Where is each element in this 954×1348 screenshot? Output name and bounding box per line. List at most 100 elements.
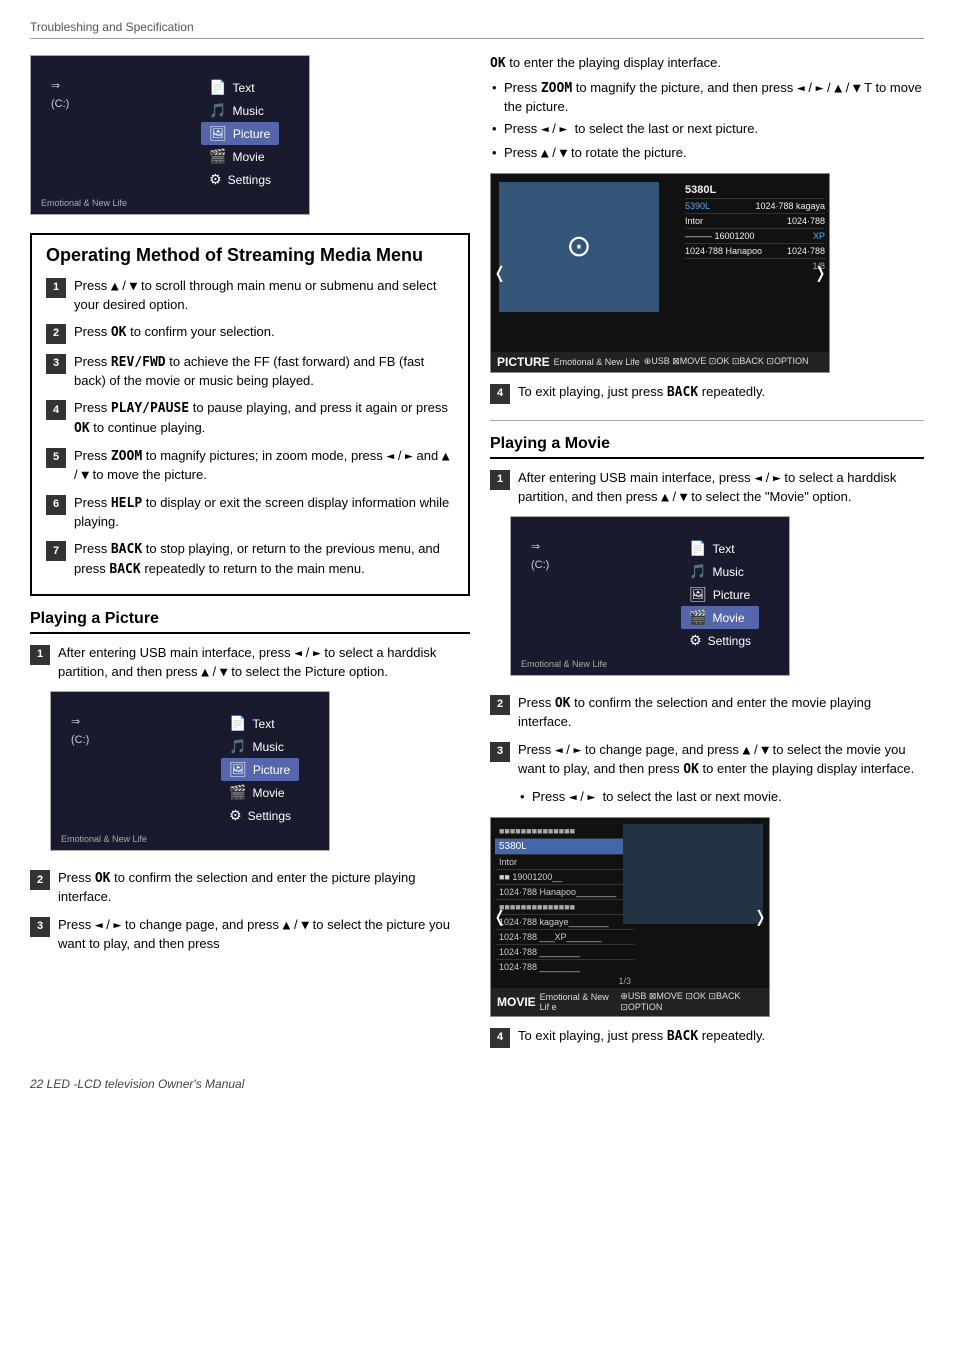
movie-step-1: 1 After entering USB main interface, pre… bbox=[490, 469, 924, 507]
music-icon: 🎵 bbox=[209, 102, 226, 119]
movie-step-3-text: Press ◄ / ► to change page, and press ▲ … bbox=[518, 741, 924, 779]
picture-step-badge-1: 1 bbox=[30, 645, 50, 665]
step-badge-1: 1 bbox=[46, 278, 66, 298]
playing-picture-title: Playing a Picture bbox=[30, 610, 470, 634]
picture-step-1: 1 After entering USB main interface, pre… bbox=[30, 644, 470, 682]
movie-step-3: 3 Press ◄ / ► to change page, and press … bbox=[490, 741, 924, 779]
picture-step-3-text: Press ◄ / ► to change page, and press ▲ … bbox=[58, 916, 470, 953]
picture-menu-text: 📄 Text bbox=[221, 712, 299, 735]
streaming-step-2-text: Press OK to confirm your selection. bbox=[74, 323, 275, 342]
picture-playing-screenshot: ⊙ ❬ ❭ 5380L 5390L 1024·788 kagaya Intor … bbox=[490, 173, 830, 373]
step-badge-4: 4 bbox=[46, 400, 66, 420]
picture-menu-settings: ⚙ Settings bbox=[221, 804, 299, 827]
picture-drives: ⇒ (C:) bbox=[71, 712, 89, 749]
nav-left-arrow: ❬ bbox=[493, 263, 506, 283]
drive-item-c: (C:) bbox=[51, 95, 69, 113]
streaming-steps-list: 1 Press ▲ / ▼ to scroll through main men… bbox=[46, 277, 454, 579]
step-badge-5: 5 bbox=[46, 448, 66, 468]
movie-menu-items: 📄 Text 🎵 Music 🖼 Picture 🎬 bbox=[681, 537, 759, 652]
picture-menu-picture-selected: 🖼 Picture bbox=[221, 758, 299, 781]
bullet-select-pic: Press ◄ / ► to select the last or next p… bbox=[490, 120, 924, 139]
movie-file-row-5: ■■■■■■■■■■■■■■ bbox=[495, 900, 635, 915]
movie-file-row-6: 1024·788 kagaye________ bbox=[495, 915, 635, 930]
streaming-step-3-text: Press REV/FWD to achieve the FF (fast fo… bbox=[74, 353, 454, 390]
bullet-rotate: Press ▲ / ▼ to rotate the picture. bbox=[490, 144, 924, 163]
movie-file-row-7: 1024·788 ___XP_______ bbox=[495, 930, 635, 945]
movie-nav-right: ❭ bbox=[754, 907, 767, 927]
movie-step-badge-3: 3 bbox=[490, 742, 510, 762]
movie-step4: 4 To exit playing, just press BACK repea… bbox=[490, 1027, 924, 1048]
left-column: ⇒ (C:) 📄 Text 🎵 Music 🖼 Picture bbox=[30, 55, 470, 1057]
picture-step-badge-3: 3 bbox=[30, 917, 50, 937]
movie-label: MOVIE bbox=[497, 995, 536, 1009]
streaming-step-5: 5 Press ZOOM to magnify pictures; in zoo… bbox=[46, 447, 454, 485]
movie-menu-music: 🎵 Music bbox=[681, 560, 759, 583]
page-count: 1/8 bbox=[685, 259, 825, 271]
page: Troubleshing and Specification ⇒ (C:) 📄 … bbox=[0, 0, 954, 1111]
streaming-step-6-text: Press HELP to display or exit the screen… bbox=[74, 494, 454, 531]
usb-bottom-bar: Emotional & New Life bbox=[41, 198, 127, 208]
step-badge-7: 7 bbox=[46, 541, 66, 561]
drives-list: ⇒ (C:) bbox=[51, 76, 69, 113]
movie-file-row-8: 1024·788 ________ bbox=[495, 945, 635, 960]
picture-bullets: Press ZOOM to magnify the picture, and t… bbox=[490, 79, 924, 163]
photo-icon: ⊙ bbox=[566, 229, 591, 264]
movie-thumb bbox=[623, 824, 763, 924]
movie-steps: 1 After entering USB main interface, pre… bbox=[490, 469, 924, 507]
movie-file-list: ■■■■■■■■■■■■■■ 5380L Intor ■■ 19001200__… bbox=[495, 824, 635, 988]
section-divider bbox=[490, 420, 924, 421]
menu-picture-selected: 🖼 Picture bbox=[201, 122, 279, 145]
streaming-section-title: Operating Method of Streaming Media Menu bbox=[46, 245, 454, 267]
picture-icon: 🖼 bbox=[209, 125, 227, 142]
settings-icon2: ⚙ bbox=[229, 807, 242, 824]
movie-bottom-status: MOVIE Emotional & New Lif e ⊕USB ⊠MOVE ⊡… bbox=[491, 988, 769, 1016]
info-row-title: 5390L 1024·788 kagaya bbox=[685, 199, 825, 214]
streaming-step-7: 7 Press BACK to stop playing, or return … bbox=[46, 540, 454, 578]
movie-file-row-4: 1024·788 Hanapoo________ bbox=[495, 885, 635, 900]
movie-step-badge-1: 1 bbox=[490, 470, 510, 490]
picture-step-3: 3 Press ◄ / ► to change page, and press … bbox=[30, 916, 470, 953]
menu-text: 📄 Text bbox=[201, 76, 279, 99]
picture-step-1-text: After entering USB main interface, press… bbox=[58, 644, 470, 682]
movie-file-row-2: Intor bbox=[495, 855, 635, 870]
movie-menu-text: 📄 Text bbox=[681, 537, 759, 560]
settings-icon3: ⚙ bbox=[689, 632, 702, 649]
settings-icon: ⚙ bbox=[209, 171, 222, 188]
movie-step-badge-4: 4 bbox=[490, 1028, 510, 1048]
picture-menu-items: 📄 Text 🎵 Music 🖼 Picture 🎬 bbox=[221, 712, 299, 827]
streaming-step-3: 3 Press REV/FWD to achieve the FF (fast … bbox=[46, 353, 454, 390]
playing-movie-section: Playing a Movie 1 After entering USB mai… bbox=[490, 435, 924, 1048]
movie-icon: 🎬 bbox=[209, 148, 226, 165]
movie-drives: ⇒ (C:) bbox=[531, 537, 549, 574]
usb-menu-movie-screenshot: ⇒ (C:) 📄 Text 🎵 Music 🖼 bbox=[510, 516, 790, 676]
picture-step-2-text: Press OK to confirm the selection and en… bbox=[58, 869, 470, 906]
text-icon: 📄 bbox=[209, 79, 226, 96]
picture-exit-text: To exit playing, just press BACK repeate… bbox=[518, 383, 765, 402]
movie-step-2: 2 Press OK to confirm the selection and … bbox=[490, 694, 924, 731]
info-row-2: Intor 1024·788 bbox=[685, 214, 825, 229]
info-row-4: 1024·788 Hanapoo 1024·788 bbox=[685, 244, 825, 259]
movie-step-2-text: Press OK to confirm the selection and en… bbox=[518, 694, 924, 731]
ok-enter-text: OK to enter the playing display interfac… bbox=[490, 55, 924, 71]
movie-icon3: 🎬 bbox=[689, 609, 706, 626]
movie-exit-text: To exit playing, just press BACK repeate… bbox=[518, 1027, 765, 1046]
movie-icon2: 🎬 bbox=[229, 784, 246, 801]
picture-step-2: 2 Press OK to confirm the selection and … bbox=[30, 869, 470, 906]
picture-step-badge-2: 2 bbox=[30, 870, 50, 890]
step-badge-6: 6 bbox=[46, 495, 66, 515]
usb-menu-intro-screenshot: ⇒ (C:) 📄 Text 🎵 Music 🖼 Picture bbox=[30, 55, 310, 215]
picture-step-badge-4: 4 bbox=[490, 384, 510, 404]
movie-steps-2-3: 2 Press OK to confirm the selection and … bbox=[490, 694, 924, 779]
picture-step4: 4 To exit playing, just press BACK repea… bbox=[490, 383, 924, 404]
movie-playing-screenshot: ■■■■■■■■■■■■■■ 5380L Intor ■■ 19001200__… bbox=[490, 817, 770, 1017]
movie-nav-left: ❬ bbox=[493, 907, 506, 927]
drive-item: ⇒ bbox=[51, 76, 69, 95]
movie-bottom-bar: Emotional & New Life bbox=[521, 659, 607, 669]
menu-movie: 🎬 Movie bbox=[201, 145, 279, 168]
playing-picture-steps-2-3: 2 Press OK to confirm the selection and … bbox=[30, 869, 470, 953]
right-column: OK to enter the playing display interfac… bbox=[490, 55, 924, 1057]
movie-file-row-9: 1024·788 ________ bbox=[495, 960, 635, 974]
step-badge-2: 2 bbox=[46, 324, 66, 344]
picture-icon2: 🖼 bbox=[229, 761, 247, 778]
info-row-1: 5380L bbox=[685, 182, 825, 199]
